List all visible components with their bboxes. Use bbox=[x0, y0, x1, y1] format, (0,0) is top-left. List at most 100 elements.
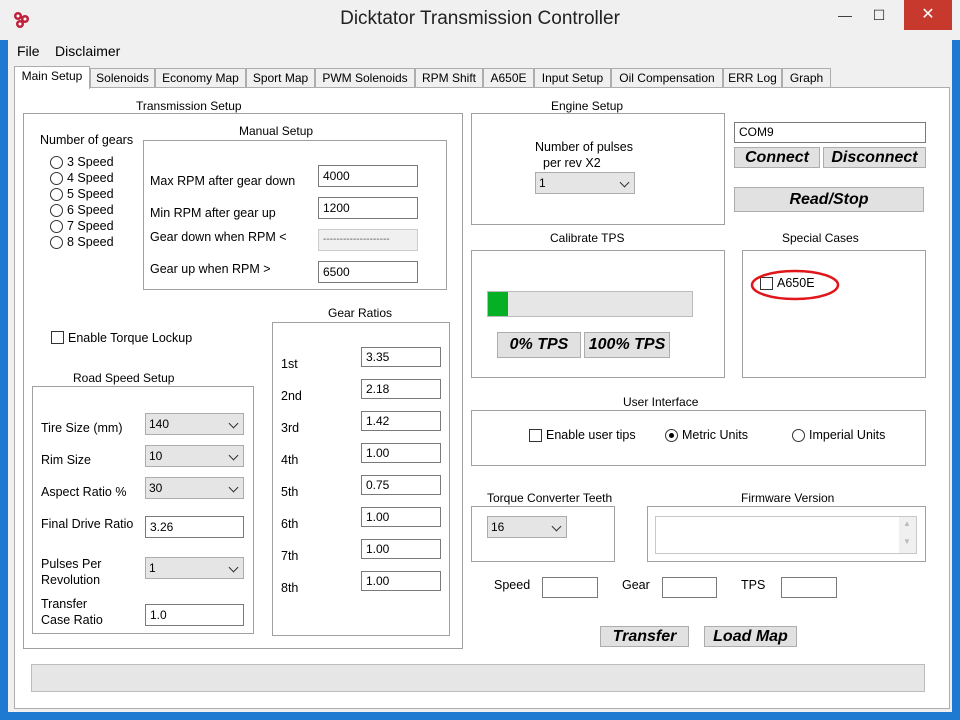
engine-pulses-value: 1 bbox=[539, 176, 546, 190]
transmission-setup-title: Transmission Setup bbox=[134, 99, 244, 113]
gear-radio-8[interactable] bbox=[50, 236, 63, 249]
gear-radio-6-label: 6 Speed bbox=[67, 203, 114, 217]
tab-a650e[interactable]: A650E bbox=[483, 68, 534, 88]
com-port-input[interactable]: COM9 bbox=[734, 122, 926, 143]
read-stop-button[interactable]: Read/Stop bbox=[734, 187, 924, 212]
gear-down-input: -------------------- bbox=[318, 229, 418, 251]
final-drive-input[interactable]: 3.26 bbox=[145, 516, 244, 538]
rim-size-select[interactable]: 10 bbox=[145, 445, 244, 467]
speed-label: Speed bbox=[494, 578, 531, 592]
tab-input-setup[interactable]: Input Setup bbox=[534, 68, 611, 88]
final-drive-label: Final Drive Ratio bbox=[41, 517, 134, 531]
tab-economy-map[interactable]: Economy Map bbox=[155, 68, 246, 88]
tab-solenoids[interactable]: Solenoids bbox=[90, 68, 155, 88]
menu-file[interactable]: File bbox=[17, 43, 40, 59]
aspect-ratio-label: Aspect Ratio % bbox=[41, 485, 127, 499]
tps-readout bbox=[781, 577, 837, 598]
transfer-case-input[interactable]: 1.0 bbox=[145, 604, 244, 626]
torque-lockup-checkbox[interactable] bbox=[51, 331, 64, 344]
engine-pulses-select[interactable]: 1 bbox=[535, 172, 635, 194]
tire-size-select[interactable]: 140 bbox=[145, 413, 244, 435]
menu-bar: File Disclaimer bbox=[8, 40, 952, 62]
user-tips-checkbox[interactable] bbox=[529, 429, 542, 442]
scroll-down-icon[interactable]: ▼ bbox=[903, 537, 911, 546]
maximize-icon[interactable]: ☐ bbox=[856, 0, 902, 30]
ratio-label-2nd: 2nd bbox=[281, 389, 302, 403]
gear-readout bbox=[662, 577, 717, 598]
tab-rpm-shift[interactable]: RPM Shift bbox=[415, 68, 483, 88]
ratio-input-7th[interactable]: 1.00 bbox=[361, 539, 441, 559]
speed-readout bbox=[542, 577, 598, 598]
rim-size-label: Rim Size bbox=[41, 453, 92, 467]
close-icon[interactable]: ✕ bbox=[904, 0, 952, 30]
ratio-input-1st[interactable]: 3.35 bbox=[361, 347, 441, 367]
ratio-input-3rd[interactable]: 1.42 bbox=[361, 411, 441, 431]
tab-pwm-solenoids[interactable]: PWM Solenoids bbox=[315, 68, 415, 88]
ratio-label-6th: 6th bbox=[281, 517, 299, 531]
transfer-case-label-line2: Case Ratio bbox=[41, 613, 103, 627]
road-speed-title: Road Speed Setup bbox=[71, 371, 177, 385]
imperial-units-radio[interactable] bbox=[792, 429, 805, 442]
tps-progress-fill bbox=[488, 292, 509, 316]
tab-graph[interactable]: Graph bbox=[782, 68, 831, 88]
user-interface-title: User Interface bbox=[621, 395, 701, 409]
pulses-select[interactable]: 1 bbox=[145, 557, 244, 579]
user-tips-label: Enable user tips bbox=[546, 428, 636, 442]
tab-err-log[interactable]: ERR Log bbox=[723, 68, 782, 88]
chevron-down-icon bbox=[619, 177, 630, 188]
transfer-button[interactable]: Transfer bbox=[600, 626, 689, 647]
torque-lockup-label: Enable Torque Lockup bbox=[68, 331, 193, 345]
metric-units-label: Metric Units bbox=[682, 428, 748, 442]
ratio-label-4th: 4th bbox=[281, 453, 299, 467]
min-rpm-input[interactable]: 1200 bbox=[318, 197, 418, 219]
chevron-down-icon bbox=[228, 450, 239, 461]
tab-oil-compensation[interactable]: Oil Compensation bbox=[611, 68, 723, 88]
menu-disclaimer[interactable]: Disclaimer bbox=[55, 43, 120, 59]
torque-converter-title: Torque Converter Teeth bbox=[485, 491, 615, 505]
torque-converter-select[interactable]: 16 bbox=[487, 516, 567, 538]
metric-units-radio[interactable] bbox=[665, 429, 678, 442]
ratio-label-5th: 5th bbox=[281, 485, 299, 499]
max-rpm-input[interactable]: 4000 bbox=[318, 165, 418, 187]
pulses-label-line2: Revolution bbox=[41, 573, 101, 587]
tab-sport-map[interactable]: Sport Map bbox=[246, 68, 315, 88]
ratio-label-1st: 1st bbox=[281, 357, 298, 371]
gear-down-label: Gear down when RPM < bbox=[150, 230, 287, 244]
gear-radio-7-label: 7 Speed bbox=[67, 219, 114, 233]
ratio-input-4th[interactable]: 1.00 bbox=[361, 443, 441, 463]
imperial-units-label: Imperial Units bbox=[809, 428, 886, 442]
aspect-ratio-select[interactable]: 30 bbox=[145, 477, 244, 499]
rim-size-value: 10 bbox=[149, 449, 163, 463]
chevron-down-icon bbox=[551, 521, 562, 532]
gear-radio-8-label: 8 Speed bbox=[67, 235, 114, 249]
ratio-input-6th[interactable]: 1.00 bbox=[361, 507, 441, 527]
pulses-label-line1: Pulses Per bbox=[41, 557, 102, 571]
tire-size-label: Tire Size (mm) bbox=[41, 421, 123, 435]
gear-radio-6[interactable] bbox=[50, 204, 63, 217]
manual-setup-title: Manual Setup bbox=[237, 124, 316, 138]
gear-radio-7[interactable] bbox=[50, 220, 63, 233]
gear-radio-5[interactable] bbox=[50, 188, 63, 201]
window-title: Dicktator Transmission Controller bbox=[340, 8, 620, 29]
ratio-input-5th[interactable]: 0.75 bbox=[361, 475, 441, 495]
firmware-scrollbar[interactable]: ▲ ▼ bbox=[899, 517, 916, 553]
firmware-title: Firmware Version bbox=[739, 491, 837, 505]
gear-radio-5-label: 5 Speed bbox=[67, 187, 114, 201]
chevron-down-icon bbox=[228, 418, 239, 429]
tps-0-button[interactable]: 0% TPS bbox=[497, 332, 581, 358]
load-map-button[interactable]: Load Map bbox=[704, 626, 797, 647]
gear-up-input[interactable]: 6500 bbox=[318, 261, 418, 283]
gear-radio-3[interactable] bbox=[50, 156, 63, 169]
tab-main-setup[interactable]: Main Setup bbox=[14, 66, 90, 89]
gear-radio-4-label: 4 Speed bbox=[67, 171, 114, 185]
tps-100-button[interactable]: 100% TPS bbox=[584, 332, 670, 358]
gear-radio-4[interactable] bbox=[50, 172, 63, 185]
ratio-input-8th[interactable]: 1.00 bbox=[361, 571, 441, 591]
engine-pulses-label-line1: Number of pulses bbox=[535, 140, 633, 154]
chevron-down-icon bbox=[228, 482, 239, 493]
scroll-up-icon[interactable]: ▲ bbox=[903, 519, 911, 528]
connect-button[interactable]: Connect bbox=[734, 147, 820, 168]
ratio-input-2nd[interactable]: 2.18 bbox=[361, 379, 441, 399]
disconnect-button[interactable]: Disconnect bbox=[823, 147, 926, 168]
special-cases-title: Special Cases bbox=[780, 231, 861, 245]
